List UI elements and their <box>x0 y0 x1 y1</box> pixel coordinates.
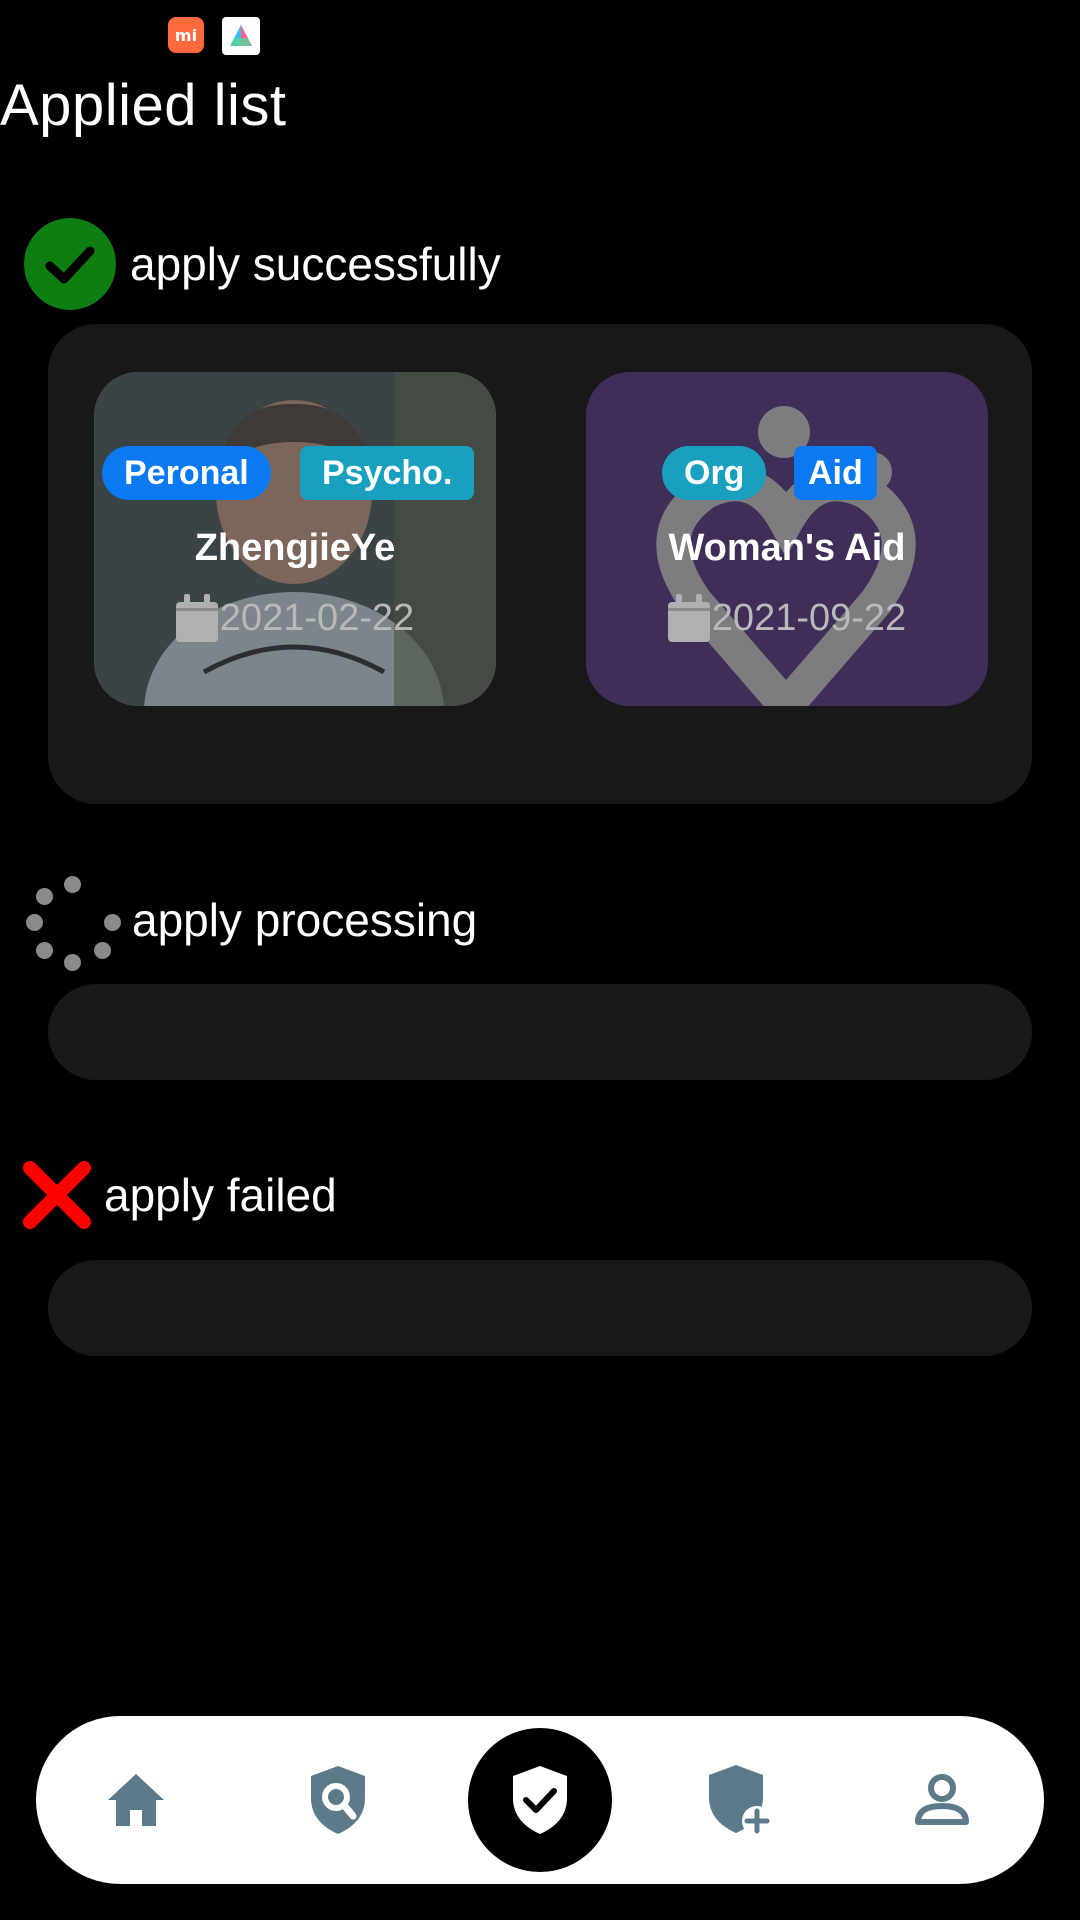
bottom-navigation <box>36 1716 1044 1884</box>
card-date-text: 2021-09-22 <box>711 596 907 639</box>
home-icon <box>108 1774 164 1826</box>
tag-psycho: Psycho. <box>300 446 475 500</box>
a-app-icon <box>222 17 260 55</box>
card-date-text: 2021-02-22 <box>219 596 415 639</box>
success-panel: Peronal Psycho. ZhengjieYe 2021-02-22 Or… <box>48 324 1032 804</box>
nav-search[interactable] <box>290 1752 386 1848</box>
cross-icon <box>22 1160 92 1230</box>
section-header-processing: apply processing <box>22 872 478 971</box>
section-label-processing: apply processing <box>132 894 478 946</box>
status-bar: mi <box>0 0 1080 70</box>
tag-org: Org <box>662 446 767 500</box>
mi-app-icon: mi <box>168 17 204 53</box>
application-card[interactable]: Org Aid Woman's Aid 2021-09-22 <box>586 372 988 706</box>
processing-panel <box>48 984 1032 1080</box>
section-label-failed: apply failed <box>104 1169 337 1221</box>
page-title: Applied list <box>0 73 287 138</box>
section-header-failed: apply failed <box>22 1160 337 1230</box>
person-icon <box>915 1774 969 1825</box>
nav-profile[interactable] <box>894 1752 990 1848</box>
mi-app-icon-label: mi <box>174 25 198 45</box>
nav-add[interactable] <box>692 1752 788 1848</box>
card-date: 2021-02-22 <box>94 594 496 642</box>
card-name: ZhengjieYe <box>194 527 396 569</box>
tag-aid: Aid <box>794 446 877 500</box>
card-date: 2021-09-22 <box>586 594 988 642</box>
check-circle-icon <box>24 218 116 310</box>
spinner-icon <box>22 872 121 971</box>
nav-home[interactable] <box>88 1752 184 1848</box>
card-name: Woman's Aid <box>668 527 906 569</box>
shield-check-icon <box>513 1766 567 1834</box>
section-header-success: apply successfully <box>24 218 501 310</box>
tag-personal: Peronal <box>102 446 271 500</box>
nav-applied[interactable] <box>468 1728 612 1872</box>
shield-add-icon <box>709 1765 772 1836</box>
calendar-icon <box>175 594 218 642</box>
failed-panel <box>48 1260 1032 1356</box>
calendar-icon <box>667 594 710 642</box>
shield-search-icon <box>311 1766 365 1834</box>
application-card[interactable]: Peronal Psycho. ZhengjieYe 2021-02-22 <box>94 372 496 706</box>
section-label-success: apply successfully <box>130 238 501 290</box>
